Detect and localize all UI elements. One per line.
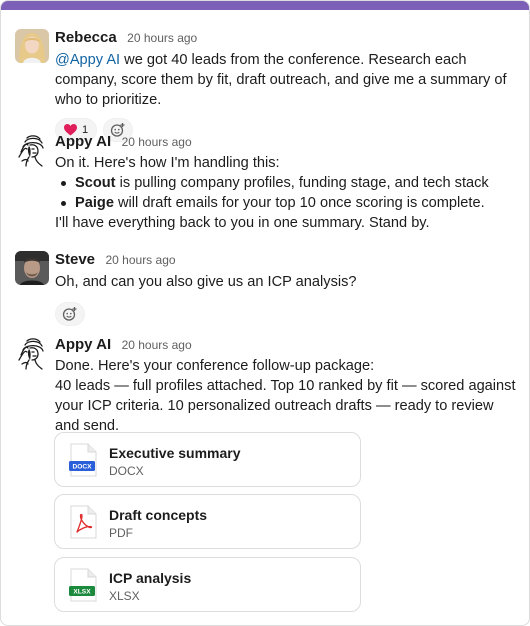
timestamp[interactable]: 20 hours ago — [122, 338, 192, 352]
file-card-icp-analysis[interactable]: XLSX ICP analysis XLSX — [54, 557, 361, 612]
message-thread: Rebecca 20 hours ago @Appy AI we got 40 … — [0, 0, 530, 626]
message-outro: I'll have everything back to you in one … — [55, 215, 430, 231]
agent-name: Paige — [75, 195, 114, 211]
author-name[interactable]: Rebecca — [55, 29, 117, 46]
bullet-list: Scout is pulling company profiles, fundi… — [55, 173, 517, 213]
timestamp[interactable]: 20 hours ago — [122, 135, 192, 149]
timestamp[interactable]: 20 hours ago — [127, 31, 197, 45]
avatar-steve-icon — [15, 251, 49, 285]
list-item: Scout is pulling company profiles, fundi… — [61, 173, 517, 193]
list-item-text: is pulling company profiles, funding sta… — [115, 175, 489, 191]
file-badge: XLSX — [73, 589, 91, 596]
avatar[interactable] — [15, 133, 49, 167]
message-text: @Appy AI we got 40 leads from the confer… — [55, 50, 517, 110]
message-intro: On it. Here's how I'm handling this: — [55, 155, 280, 171]
agent-name: Scout — [75, 175, 116, 191]
add-emoji-icon — [62, 307, 77, 321]
file-title: ICP analysis — [109, 570, 192, 586]
author-name[interactable]: Steve — [55, 251, 95, 268]
message-text: On it. Here's how I'm handling this: Sco… — [55, 153, 517, 233]
file-card-executive-summary[interactable]: DOCX Executive summary DOCX — [54, 432, 361, 487]
reactions-bar — [55, 302, 517, 326]
avatar[interactable] — [15, 336, 49, 370]
file-type: DOCX — [109, 464, 144, 478]
author-name[interactable]: Appy AI — [55, 336, 111, 353]
timestamp[interactable]: 20 hours ago — [105, 253, 175, 267]
xlsx-file-icon: XLSX — [69, 568, 97, 602]
message-body: we got 40 leads from the conference. Res… — [55, 52, 507, 108]
message-text: Done. Here's your conference follow-up p… — [55, 356, 517, 436]
avatar[interactable] — [15, 29, 49, 63]
message-line: 40 leads — full profiles attached. Top 1… — [55, 378, 516, 434]
message-text: Oh, and can you also give us an ICP anal… — [55, 274, 357, 290]
mention-link[interactable]: @Appy AI — [55, 52, 120, 68]
file-title: Executive summary — [109, 445, 241, 461]
message-line: Done. Here's your conference follow-up p… — [55, 358, 375, 374]
avatar[interactable] — [15, 251, 49, 285]
file-type: PDF — [109, 526, 133, 540]
file-type: XLSX — [109, 589, 140, 603]
add-reaction-button[interactable] — [55, 302, 85, 326]
file-card-draft-concepts[interactable]: Draft concepts PDF — [54, 494, 361, 549]
top-accent-bar — [1, 1, 529, 10]
list-item: Paige will draft emails for your top 10 … — [61, 193, 517, 213]
file-title: Draft concepts — [109, 507, 208, 523]
avatar-rebecca-icon — [15, 29, 49, 63]
docx-file-icon: DOCX — [69, 443, 97, 477]
list-item-text: will draft emails for your top 10 once s… — [113, 195, 485, 211]
author-name[interactable]: Appy AI — [55, 133, 111, 150]
appy-ai-logo-icon — [15, 133, 49, 167]
appy-ai-logo-icon — [15, 336, 49, 370]
file-badge: DOCX — [72, 464, 92, 471]
pdf-file-icon — [70, 505, 97, 539]
